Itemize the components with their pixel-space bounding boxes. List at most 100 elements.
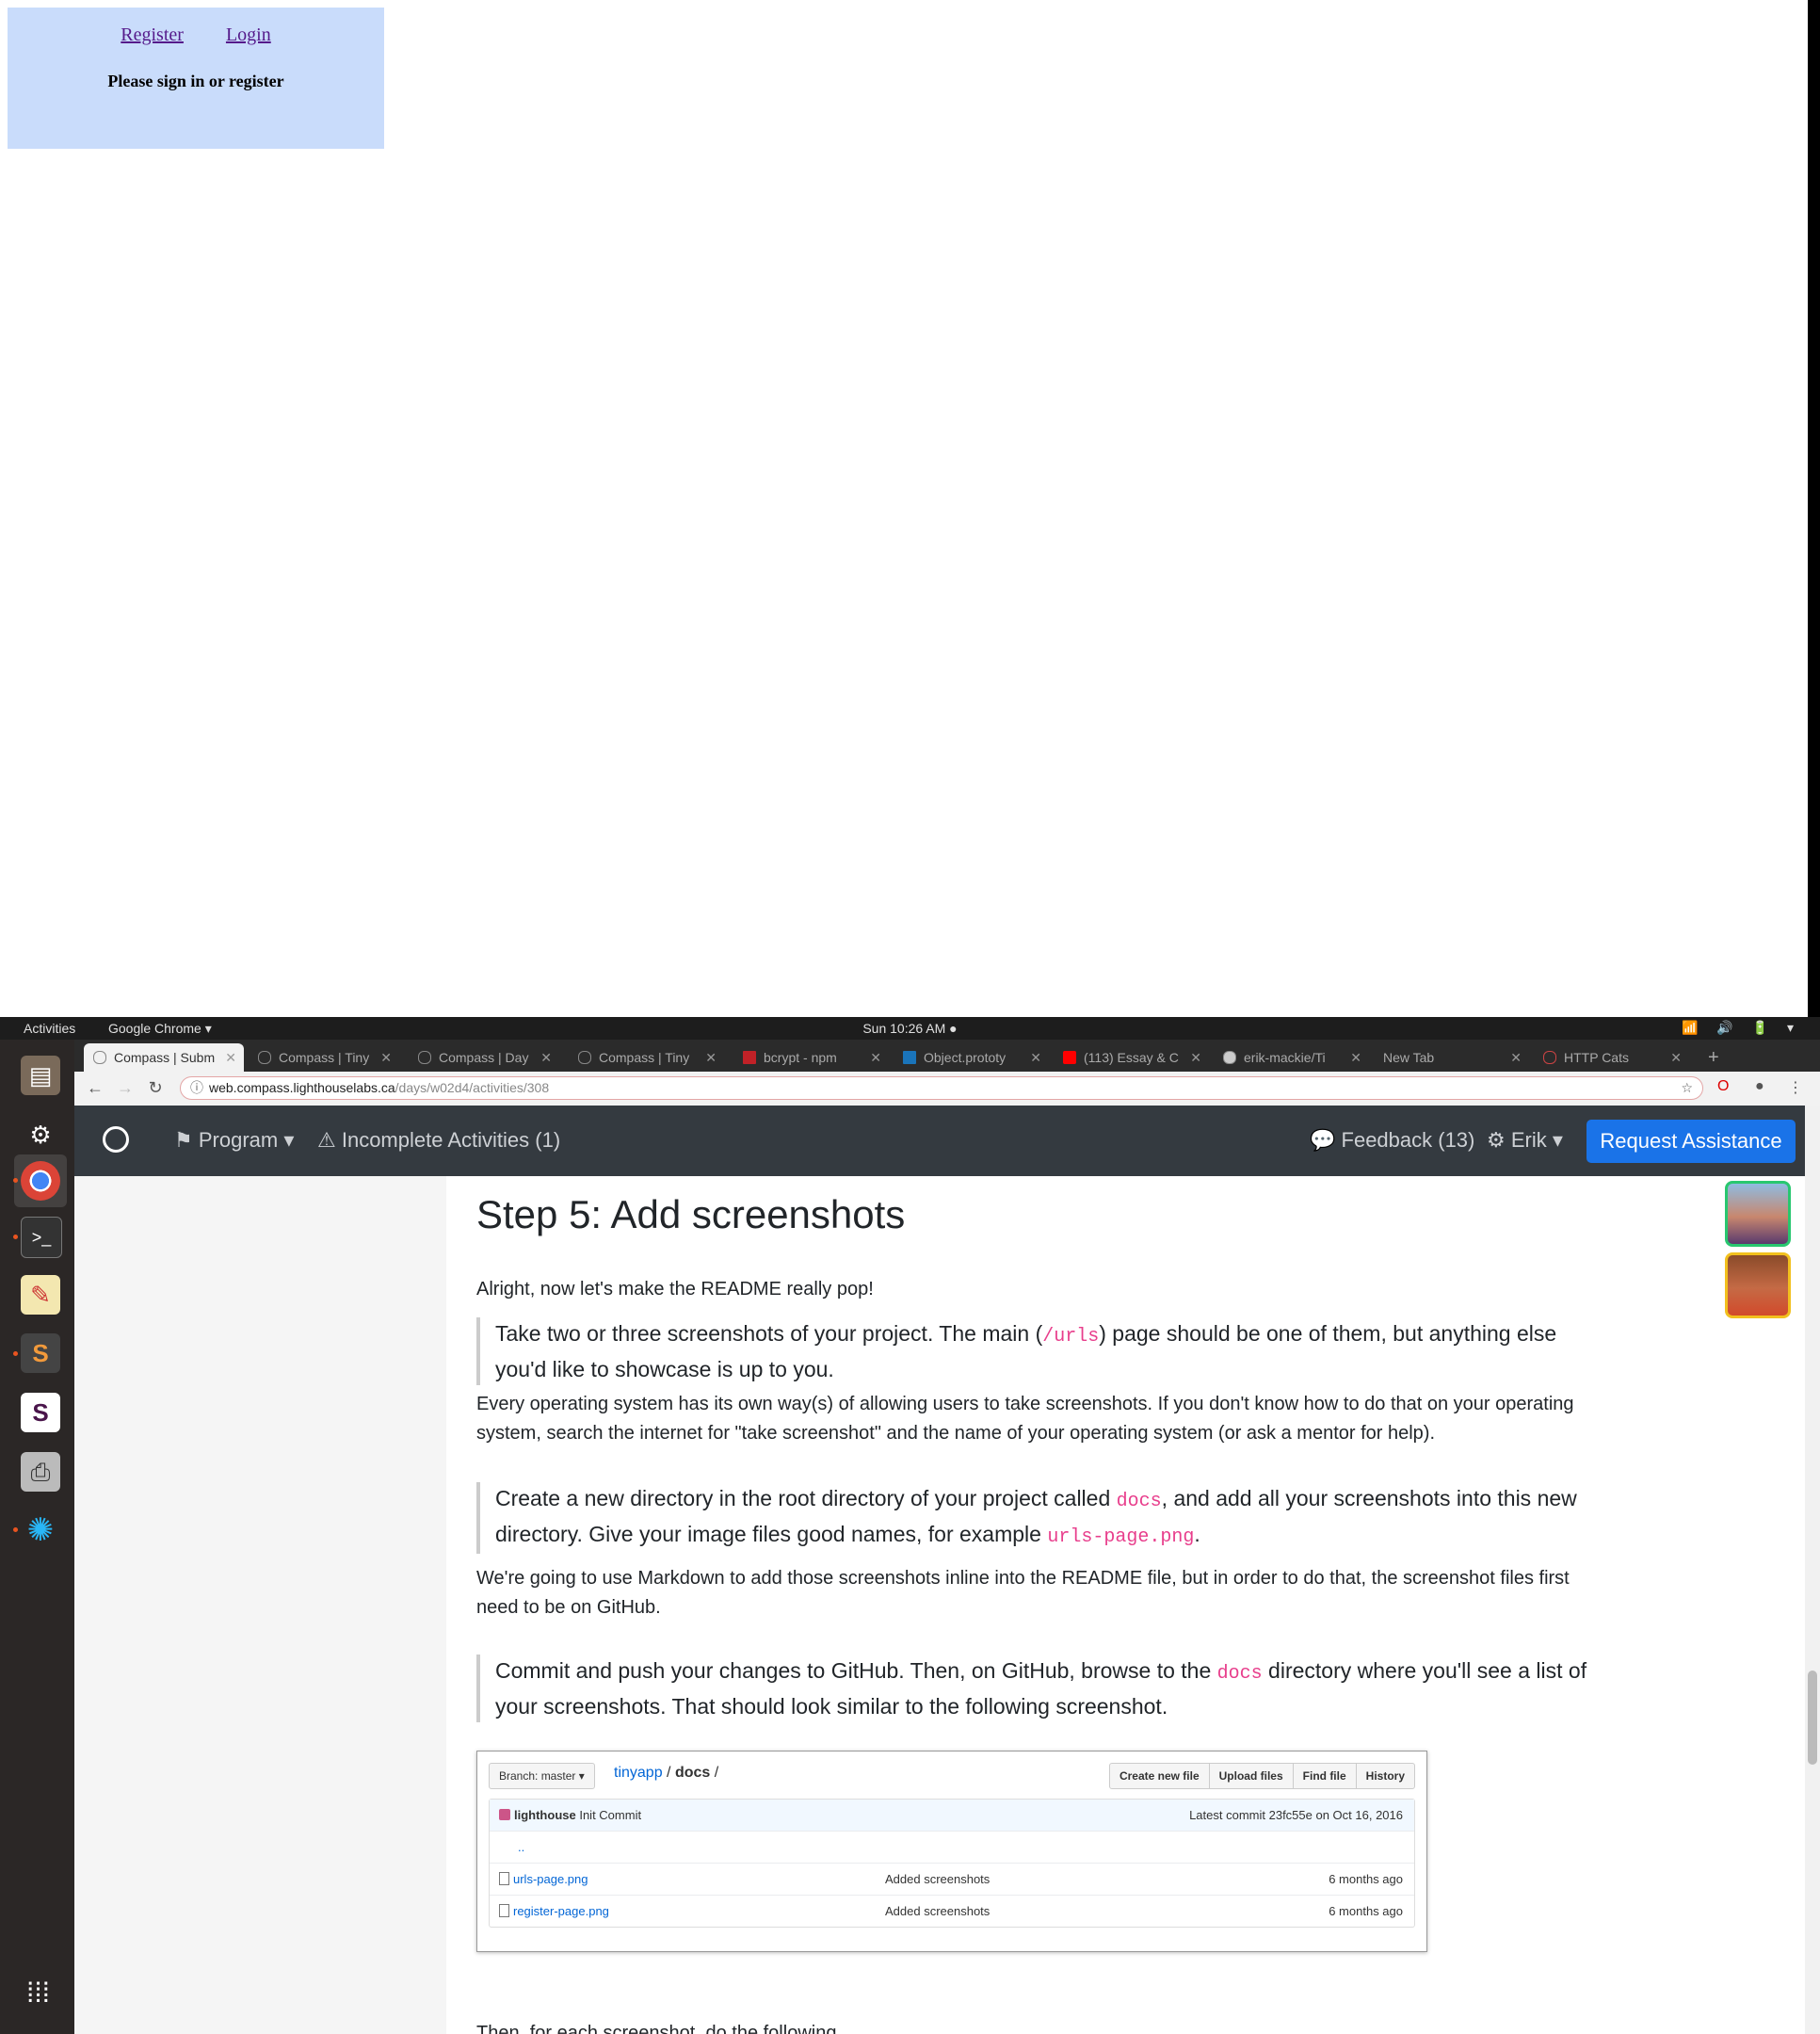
favicon-icon bbox=[578, 1051, 591, 1064]
blockquote-screenshots: Take two or three screenshots of your pr… bbox=[476, 1317, 1606, 1385]
bq-text: Take two or three screenshots of your pr… bbox=[495, 1321, 1043, 1346]
user-label: Erik ▾ bbox=[1510, 1128, 1563, 1152]
tab-compass-tiny-2[interactable]: Compass | Tiny ✕ bbox=[569, 1043, 724, 1072]
tab-bcrypt[interactable]: bcrypt - npm ✕ bbox=[733, 1043, 889, 1072]
page-scrollbar[interactable] bbox=[1805, 1106, 1820, 2034]
tab-github[interactable]: erik-mackie/Ti ✕ bbox=[1214, 1043, 1369, 1072]
program-menu[interactable]: ⚑ Program ▾ bbox=[174, 1128, 294, 1153]
vscode-icon[interactable]: ✺ bbox=[21, 1510, 60, 1550]
favicon-icon bbox=[258, 1051, 271, 1064]
close-tab-icon[interactable]: ✕ bbox=[870, 1043, 881, 1072]
latest-commit: Latest commit 23fc55e on Oct 16, 2016 bbox=[1189, 1808, 1403, 1822]
inline-code: /urls bbox=[1042, 1326, 1100, 1348]
mentor-avatar[interactable] bbox=[1725, 1181, 1791, 1247]
new-tab-button[interactable]: + bbox=[1708, 1043, 1719, 1072]
browser-toolbar: ← → ↻ ⓘ web.compass.lighthouselabs.ca/da… bbox=[74, 1072, 1820, 1106]
file-link: register-page.png bbox=[513, 1904, 609, 1918]
scrollbar-thumb[interactable] bbox=[1808, 1671, 1817, 1765]
text-editor-icon[interactable]: ✎ bbox=[21, 1275, 60, 1315]
reload-icon[interactable]: ↻ bbox=[146, 1078, 165, 1097]
github-icon bbox=[1223, 1051, 1236, 1064]
settings-icon[interactable]: ⚙ bbox=[21, 1115, 60, 1154]
tab-label: HTTP Cats bbox=[1564, 1050, 1629, 1065]
chrome-icon[interactable] bbox=[21, 1161, 60, 1201]
printer-icon[interactable]: ⎙ bbox=[21, 1452, 60, 1492]
url-host: web.compass.lighthouselabs.ca bbox=[209, 1080, 395, 1095]
left-sidebar bbox=[74, 1176, 446, 2034]
opera-extension-icon[interactable]: O bbox=[1717, 1078, 1729, 1095]
youtube-icon bbox=[1063, 1051, 1076, 1064]
request-assistance-button[interactable]: Request Assistance bbox=[1586, 1120, 1796, 1163]
comment-icon: 💬 bbox=[1310, 1128, 1342, 1152]
clock[interactable]: Sun 10:26 AM ● bbox=[0, 1021, 1820, 1036]
files-icon[interactable]: ▤ bbox=[21, 1056, 60, 1095]
tab-compass-tiny[interactable]: Compass | Tiny ✕ bbox=[249, 1043, 399, 1072]
back-icon[interactable]: ← bbox=[86, 1078, 105, 1097]
intro-paragraph: Alright, now let's make the README reall… bbox=[476, 1279, 874, 1300]
url-path: /days/w02d4/activities/308 bbox=[395, 1080, 550, 1095]
inline-code: urls-page.png bbox=[1047, 1526, 1195, 1548]
bq-text: . bbox=[1194, 1522, 1200, 1546]
tab-compass-submission[interactable]: Compass | Subm ✕ bbox=[84, 1043, 244, 1072]
window-edge bbox=[1808, 0, 1820, 1017]
commit-user: lighthouse bbox=[514, 1808, 576, 1822]
desktop-screenshot: Activities Google Chrome ▾ Sun 10:26 AM … bbox=[0, 1017, 1820, 2034]
info-icon[interactable]: ⓘ bbox=[190, 1077, 203, 1099]
chrome-window: Compass | Subm ✕ Compass | Tiny ✕ Compass … bbox=[74, 1040, 1820, 2034]
file-icon bbox=[499, 1904, 509, 1917]
tab-label: Compass | Subm bbox=[114, 1050, 216, 1065]
repo-name: tinyapp bbox=[614, 1765, 663, 1781]
avatar bbox=[499, 1809, 510, 1820]
incomplete-activities-link[interactable]: ⚠ Incomplete Activities (1) bbox=[317, 1128, 560, 1153]
parent-link: .. bbox=[518, 1840, 525, 1854]
profile-icon[interactable]: ● bbox=[1755, 1078, 1764, 1095]
signin-message: Please sign in or register bbox=[107, 72, 284, 90]
upload-files-button: Upload files bbox=[1208, 1764, 1293, 1788]
favicon-icon bbox=[93, 1051, 106, 1064]
close-tab-icon[interactable]: ✕ bbox=[1510, 1043, 1522, 1072]
feedback-label: Feedback (13) bbox=[1341, 1128, 1475, 1152]
system-tray[interactable]: 📶 🔊 🔋 ▾ bbox=[1682, 1020, 1801, 1036]
running-indicator bbox=[13, 1235, 18, 1239]
tab-compass-day[interactable]: Compass | Day ✕ bbox=[409, 1043, 559, 1072]
table-row: urls-page.png Added screenshots 6 months… bbox=[490, 1863, 1414, 1895]
app-grid-icon[interactable]: ⁞⁞⁞ bbox=[26, 1979, 56, 2010]
header: Register Login Please sign in or registe… bbox=[8, 8, 384, 149]
close-tab-icon[interactable]: ✕ bbox=[225, 1043, 236, 1072]
user-menu[interactable]: ⚙ Erik ▾ bbox=[1487, 1128, 1563, 1153]
feedback-link[interactable]: 💬 Feedback (13) bbox=[1310, 1128, 1474, 1153]
os-paragraph: Every operating system has its own way(s… bbox=[476, 1394, 1574, 1444]
close-tab-icon[interactable]: ✕ bbox=[1670, 1043, 1682, 1072]
close-tab-icon[interactable]: ✕ bbox=[1350, 1043, 1361, 1072]
menu-icon[interactable]: ⋮ bbox=[1788, 1078, 1803, 1097]
compass-navbar: ⚑ Program ▾ ⚠ Incomplete Activities (1) … bbox=[74, 1106, 1805, 1176]
terminal-icon[interactable]: >_ bbox=[21, 1217, 62, 1258]
tab-youtube[interactable]: (113) Essay & C ✕ bbox=[1054, 1043, 1209, 1072]
login-link[interactable]: Login bbox=[226, 24, 271, 45]
history-button: History bbox=[1355, 1764, 1414, 1788]
bq-text: Create a new directory in the root direc… bbox=[495, 1486, 1117, 1510]
file-commit-msg: Added screenshots bbox=[885, 1872, 991, 1886]
tab-object-prototype[interactable]: Object.prototy ✕ bbox=[894, 1043, 1049, 1072]
close-tab-icon[interactable]: ✕ bbox=[540, 1043, 552, 1072]
tab-new-tab[interactable]: New Tab ✕ bbox=[1374, 1043, 1529, 1072]
sublime-icon[interactable]: S bbox=[21, 1333, 60, 1373]
slack-icon[interactable]: S bbox=[21, 1393, 60, 1432]
path-sep: / bbox=[710, 1765, 719, 1781]
tab-label: (113) Essay & C bbox=[1084, 1050, 1179, 1065]
warning-icon: ⚠ bbox=[317, 1128, 342, 1152]
register-link[interactable]: Register bbox=[121, 24, 184, 45]
address-bar[interactable]: ⓘ web.compass.lighthouselabs.ca/days/w02… bbox=[180, 1076, 1703, 1100]
close-tab-icon[interactable]: ✕ bbox=[1190, 1043, 1201, 1072]
close-tab-icon[interactable]: ✕ bbox=[1030, 1043, 1041, 1072]
tab-http-cats[interactable]: HTTP Cats ✕ bbox=[1534, 1043, 1689, 1072]
running-indicator bbox=[13, 1527, 18, 1532]
activity-content: Step 5: Add screenshots Alright, now let… bbox=[476, 1176, 1606, 2034]
compass-logo-icon[interactable] bbox=[103, 1126, 129, 1153]
mentor-avatar[interactable] bbox=[1725, 1252, 1791, 1318]
close-tab-icon[interactable]: ✕ bbox=[705, 1043, 717, 1072]
forward-icon[interactable]: → bbox=[116, 1078, 135, 1097]
bookmark-star-icon[interactable]: ☆ bbox=[1681, 1077, 1693, 1099]
file-table: lighthouse Init Commit Latest commit 23f… bbox=[489, 1799, 1415, 1928]
close-tab-icon[interactable]: ✕ bbox=[380, 1043, 392, 1072]
